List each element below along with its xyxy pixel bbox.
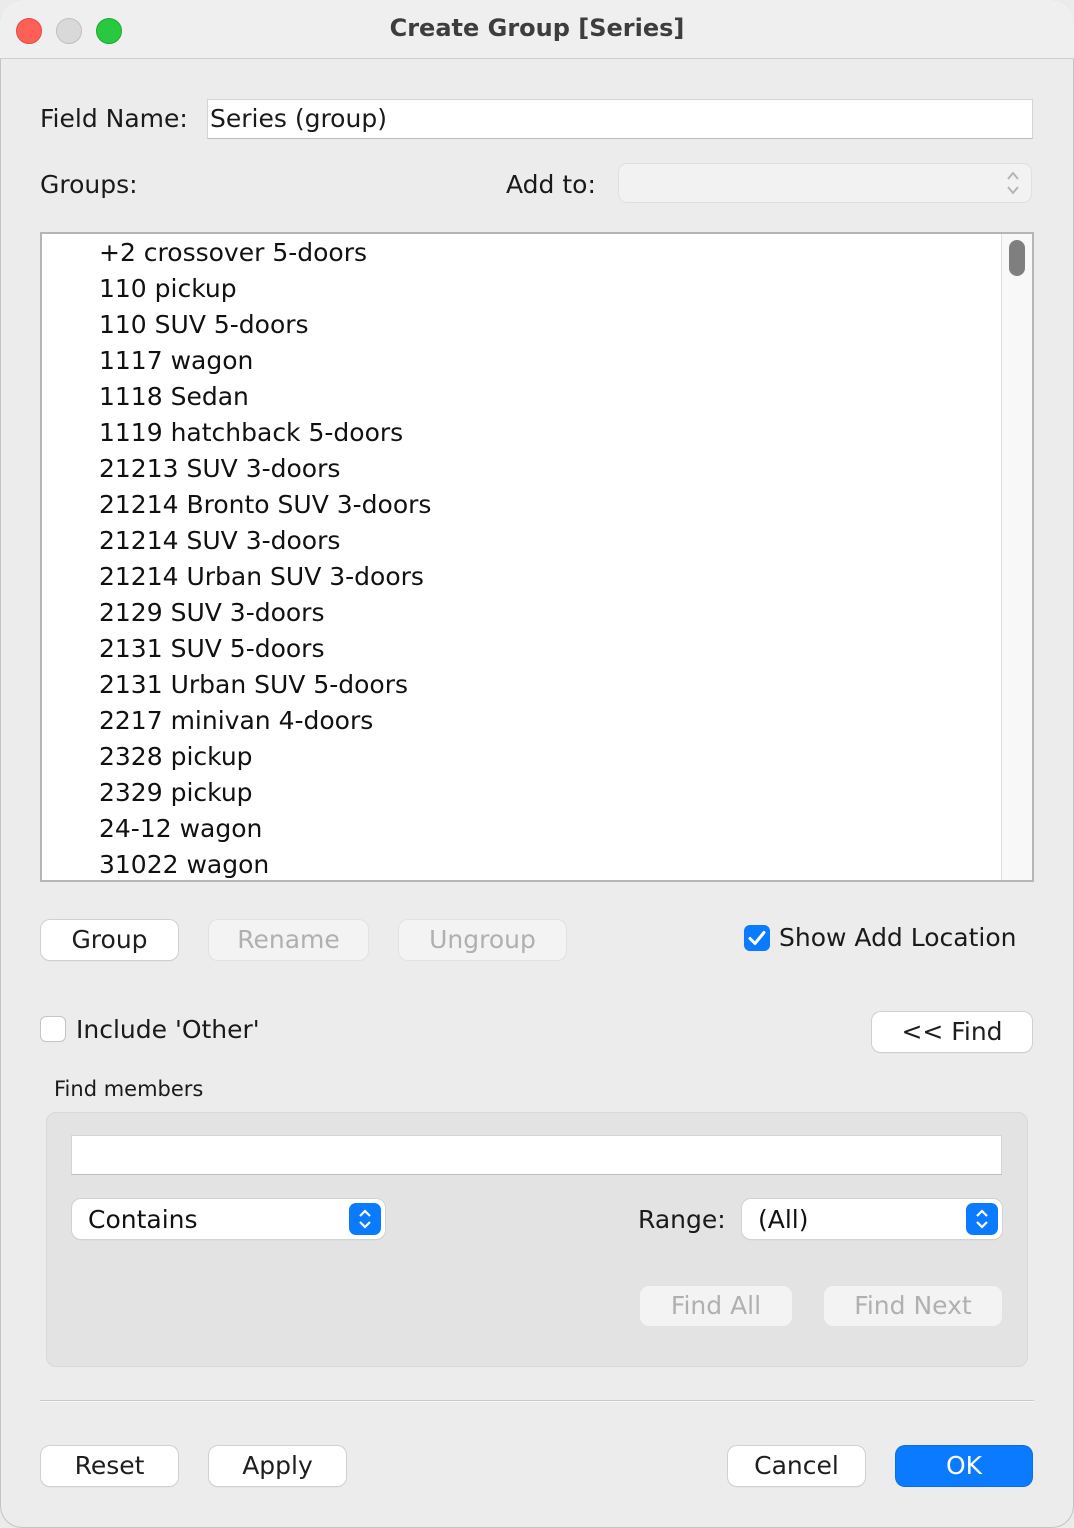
- find-toggle-button[interactable]: << Find: [872, 1012, 1032, 1052]
- find-members-title: Find members: [54, 1077, 204, 1101]
- window-title: Create Group [Series]: [389, 14, 685, 42]
- title-bar: Create Group [Series]: [0, 0, 1074, 59]
- group-list-item[interactable]: 1118 Sedan: [42, 378, 1032, 414]
- add-to-label: Add to:: [506, 170, 596, 199]
- group-list-item[interactable]: 21213 SUV 3-doors: [42, 450, 1032, 486]
- group-list-item[interactable]: 2217 minivan 4-doors: [42, 702, 1032, 738]
- group-list-item[interactable]: 21214 Urban SUV 3-doors: [42, 558, 1032, 594]
- group-list-item[interactable]: 31022 wagon: [42, 846, 1032, 880]
- cancel-button[interactable]: Cancel: [728, 1446, 865, 1486]
- scrollbar-thumb[interactable]: [1009, 240, 1025, 276]
- groups-list[interactable]: +2 crossover 5-doors 110 pickup 110 SUV 5-…: [40, 232, 1034, 882]
- group-list-item[interactable]: 1117 wagon: [42, 342, 1032, 378]
- include-other-label[interactable]: Include 'Other': [76, 1015, 260, 1044]
- field-name-input[interactable]: Series (group): [207, 99, 1033, 139]
- show-add-location-label[interactable]: Show Add Location: [779, 923, 1017, 952]
- group-list-item[interactable]: +2 crossover 5-doors: [42, 234, 1032, 270]
- ok-button[interactable]: OK: [896, 1446, 1032, 1486]
- range-select[interactable]: (All): [742, 1199, 1002, 1239]
- match-mode-value: Contains: [88, 1205, 198, 1234]
- group-list-item[interactable]: 1119 hatchback 5-doors: [42, 414, 1032, 450]
- group-list-item[interactable]: 24-12 wagon: [42, 810, 1032, 846]
- find-all-button[interactable]: Find All: [640, 1286, 792, 1326]
- group-list-item[interactable]: 2329 pickup: [42, 774, 1032, 810]
- range-value: (All): [758, 1205, 809, 1234]
- group-list-item[interactable]: 2131 Urban SUV 5-doors: [42, 666, 1032, 702]
- ungroup-button[interactable]: Ungroup: [399, 920, 566, 960]
- group-list-item[interactable]: 110 pickup: [42, 270, 1032, 306]
- field-name-label: Field Name:: [40, 104, 188, 133]
- group-list-item[interactable]: 2129 SUV 3-doors: [42, 594, 1032, 630]
- add-to-select[interactable]: [618, 163, 1032, 203]
- find-next-button[interactable]: Find Next: [824, 1286, 1002, 1326]
- vertical-scrollbar[interactable]: [1001, 234, 1032, 880]
- rename-button[interactable]: Rename: [209, 920, 368, 960]
- chevron-up-down-icon: [349, 1203, 381, 1235]
- group-list-item[interactable]: 2131 SUV 5-doors: [42, 630, 1032, 666]
- match-mode-select[interactable]: Contains: [72, 1199, 385, 1239]
- group-list-item[interactable]: 21214 Bronto SUV 3-doors: [42, 486, 1032, 522]
- find-search-input[interactable]: [71, 1135, 1002, 1175]
- group-list-item[interactable]: 2328 pickup: [42, 738, 1032, 774]
- footer-divider: [40, 1400, 1034, 1402]
- group-button[interactable]: Group: [41, 920, 178, 960]
- checkmark-icon: [748, 931, 766, 945]
- show-add-location-checkbox[interactable]: [744, 925, 770, 951]
- include-other-checkbox[interactable]: [40, 1016, 66, 1042]
- group-list-item[interactable]: 110 SUV 5-doors: [42, 306, 1032, 342]
- groups-label: Groups:: [40, 170, 138, 199]
- reset-button[interactable]: Reset: [41, 1446, 178, 1486]
- create-group-dialog: Create Group [Series] Field Name: Series…: [0, 0, 1074, 1528]
- group-list-item[interactable]: 21214 SUV 3-doors: [42, 522, 1032, 558]
- apply-button[interactable]: Apply: [209, 1446, 346, 1486]
- range-label: Range:: [638, 1205, 726, 1234]
- chevron-up-down-icon: [1005, 168, 1021, 200]
- chevron-up-down-icon: [966, 1203, 998, 1235]
- groups-list-items: +2 crossover 5-doors 110 pickup 110 SUV 5-…: [42, 234, 1032, 880]
